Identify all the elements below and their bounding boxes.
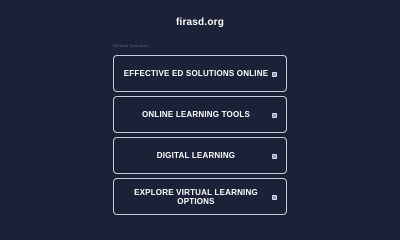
site-title[interactable]: firasd.org [0,17,400,28]
arrow-icon [272,71,277,77]
arrow-icon [272,194,277,200]
related-link-label: ONLINE LEARNING TOOLS [141,110,251,119]
related-link-label: DIGITAL LEARNING [156,151,236,160]
related-link-label: EFFECTIVE ED SOLUTIONS ONLINE [123,69,269,78]
related-link-online-learning-tools[interactable]: ONLINE LEARNING TOOLS [113,96,287,133]
related-searches-label: Related Searches [113,43,148,48]
related-link-digital-learning[interactable]: DIGITAL LEARNING [113,137,287,174]
related-link-explore-virtual-learning-options[interactable]: EXPLORE VIRTUAL LEARNING OPTIONS [113,178,287,215]
arrow-icon [272,153,277,159]
arrow-icon [272,112,277,118]
related-link-label: EXPLORE VIRTUAL LEARNING OPTIONS [134,187,258,206]
page: firasd.org Related Searches EFFECTIVE ED… [0,0,400,225]
related-link-effective-ed-solutions-online[interactable]: EFFECTIVE ED SOLUTIONS ONLINE [113,55,287,92]
related-links-list: EFFECTIVE ED SOLUTIONS ONLINE ONLINE LEA… [113,55,287,219]
